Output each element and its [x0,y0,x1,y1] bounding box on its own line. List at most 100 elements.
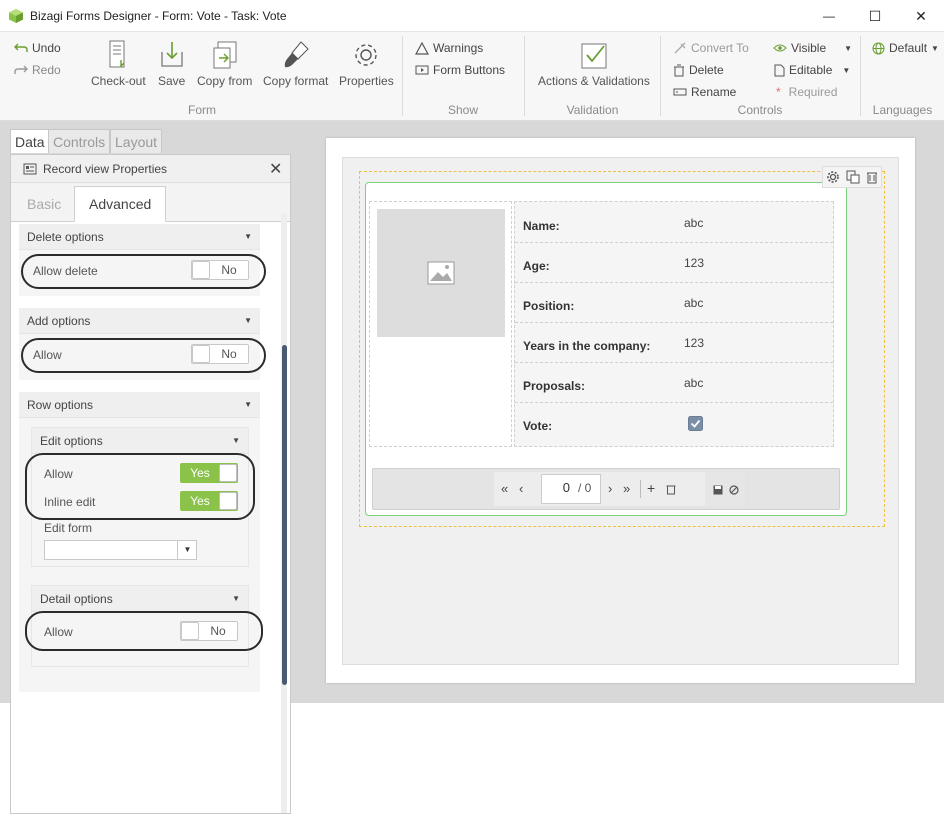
field-row-name[interactable]: Name: abc [515,205,833,243]
warnings-label: Warnings [433,41,484,55]
group-label-controls: Controls [737,103,783,117]
visible-label: Visible [791,41,827,55]
tab-controls[interactable]: Controls [48,129,111,153]
save-button[interactable]: Save [158,40,185,88]
actions-validations-button[interactable]: Actions & Validations [538,40,650,88]
plus-icon: + [647,480,656,496]
copy-from-label: Copy from [197,74,253,88]
page-total: / 0 [578,481,592,495]
edit-form-select[interactable]: ▼ [44,540,197,560]
copy-icon[interactable] [846,170,860,184]
convert-icon [674,42,686,53]
properties-title: Record view Properties [43,162,168,176]
prev-page-button[interactable]: ‹ [519,481,523,496]
close-icon: ✕ [915,7,927,24]
pager-divider [640,480,641,498]
detail-options-header[interactable]: Detail options ▼ [32,586,248,612]
close-properties-button[interactable]: ✕ [269,159,282,179]
properties-button[interactable]: Properties [339,40,394,88]
window-title: Bizagi Forms Designer - Form: Vote - Tas… [30,9,287,23]
field-label: Name: [523,219,560,233]
field-row-proposals[interactable]: Proposals: abc [515,365,833,403]
group-label-validation: Validation [566,103,619,117]
chevron-left-icon: ‹ [519,481,524,496]
trash-icon[interactable] [866,170,878,184]
copy-from-button[interactable]: Copy from [197,40,252,88]
add-record-button[interactable]: + [647,480,655,496]
edit-options-header[interactable]: Edit options ▼ [32,428,248,454]
field-row-years[interactable]: Years in the company: 123 [515,325,833,363]
form-buttons-icon [415,65,429,75]
minimize-button[interactable]: — [806,0,852,32]
delete-options-title: Delete options [27,230,104,244]
warning-icon [415,41,429,55]
save-cancel-group [705,472,745,506]
warnings-button[interactable]: Warnings [415,39,483,57]
editable-icon [774,64,785,76]
field-row-vote[interactable]: Vote: [515,405,833,443]
tab-layout[interactable]: Layout [110,129,163,153]
gear-icon[interactable] [826,170,840,184]
language-label: Default [889,41,928,55]
delete-button[interactable]: Delete [673,61,724,79]
actions-validations-label: Actions & Validations [538,74,650,88]
form-buttons-toggle[interactable]: Form Buttons [415,61,505,79]
delete-record-icon[interactable] [666,483,676,495]
highlight-oval [25,453,255,520]
redo-button[interactable]: Redo [14,61,61,79]
rename-label: Rename [691,85,737,99]
double-chevron-right-icon: » [623,481,631,496]
field-label: Years in the company: [523,339,651,353]
checkout-label: Check-out [91,74,146,88]
minimize-icon: — [823,9,835,23]
undo-button[interactable]: Undo [14,39,61,57]
record-view-icon [23,163,37,175]
subtab-advanced[interactable]: Advanced [74,186,167,222]
rename-button[interactable]: Rename [673,83,736,101]
scrollbar-thumb[interactable] [282,345,287,685]
chevron-down-icon: ▼ [931,43,939,53]
properties-header: Record view Properties ✕ [11,155,290,183]
highlight-oval [21,338,266,373]
delete-label: Delete [689,63,724,77]
page-current-input[interactable]: 0 [548,480,570,495]
subtab-basic[interactable]: Basic [13,187,75,221]
tab-data[interactable]: Data [10,129,50,153]
chevron-down-icon: ▼ [842,65,851,75]
chevron-down-icon: ▼ [844,43,853,53]
field-value: abc [684,376,704,390]
save-record-icon[interactable] [713,485,723,495]
rename-icon [673,88,687,96]
field-value: abc [684,216,704,230]
language-dropdown[interactable]: Default ▼ [872,39,939,57]
paintbrush-icon [284,41,309,68]
next-page-button[interactable]: › [608,481,612,496]
field-label: Vote: [523,419,553,433]
checkmark-box-icon [581,43,607,69]
image-placeholder[interactable] [377,209,505,337]
field-row-age[interactable]: Age: 123 [515,245,833,283]
convert-to-button[interactable]: Convert To [673,39,749,57]
close-button[interactable]: ✕ [898,0,944,32]
maximize-button[interactable]: ☐ [852,0,898,32]
required-button[interactable]: * Required [776,83,837,101]
field-row-position[interactable]: Position: abc [515,285,833,323]
bizagi-logo-icon [9,9,23,23]
gear-icon [355,44,378,66]
checkout-button[interactable]: Check-out [91,40,146,88]
last-page-button[interactable]: » [623,481,630,496]
add-options-header[interactable]: Add options ▼ [19,308,260,334]
copy-format-button[interactable]: Copy format [263,40,328,88]
required-label: Required [788,85,838,99]
visible-dropdown[interactable]: Visible ▼ [773,39,852,57]
cancel-record-icon[interactable] [729,485,739,495]
edit-options-title: Edit options [40,434,103,448]
row-options-header[interactable]: Row options ▼ [19,392,260,418]
vote-checkbox[interactable] [688,416,703,431]
image-icon [427,261,455,285]
detail-options-title: Detail options [40,592,113,606]
field-label: Proposals: [523,379,586,393]
delete-options-header[interactable]: Delete options ▼ [19,224,260,250]
editable-dropdown[interactable]: Editable ▼ [773,61,850,79]
first-page-button[interactable]: « [501,481,508,496]
